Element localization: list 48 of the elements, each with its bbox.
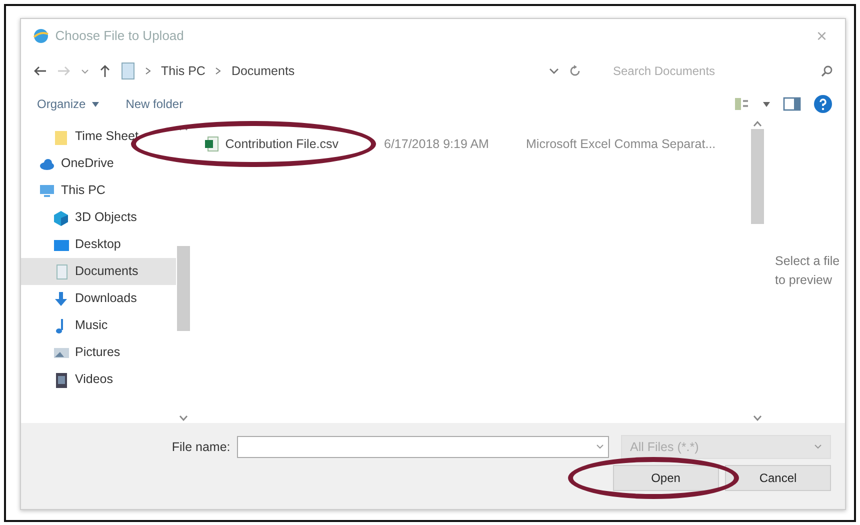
file-name-label: File name:	[172, 438, 230, 456]
scrollbar-thumb[interactable]	[177, 246, 190, 331]
document-icon	[121, 62, 135, 80]
organize-button[interactable]: Organize	[33, 93, 103, 115]
nav-item[interactable]: Downloads	[21, 285, 176, 312]
scroll-down-icon	[753, 415, 762, 421]
file-date: 6/17/2018 9:19 AM	[383, 136, 490, 153]
help-icon	[813, 94, 833, 114]
back-arrow-icon	[33, 65, 47, 77]
forward-arrow-icon	[57, 65, 71, 77]
new-folder-button[interactable]: New folder	[122, 93, 188, 115]
view-options-icon	[734, 97, 750, 111]
spreadsheet-file-icon	[205, 136, 219, 152]
preview-message: Select a file to preview	[775, 253, 841, 289]
caret-icon	[92, 102, 99, 106]
folder-icon	[53, 128, 69, 144]
up-arrow-icon	[99, 64, 111, 78]
nav-item[interactable]: Time Sheet	[21, 123, 176, 150]
nav-item[interactable]: Pictures	[21, 339, 176, 366]
download-icon	[53, 290, 69, 306]
nav-item[interactable]: Videos	[21, 366, 176, 393]
computer-icon	[39, 182, 55, 198]
window-title: Choose File to Upload	[55, 27, 185, 46]
nav-item[interactable]: This PC	[21, 177, 176, 204]
search-icon	[821, 65, 833, 77]
nav-item[interactable]: Documents	[21, 258, 176, 285]
nav-item[interactable]: 3D Objects	[21, 204, 176, 231]
file-type: Microsoft Excel Comma Separat...	[526, 136, 716, 153]
nav-item[interactable]: OneDrive	[21, 150, 176, 177]
dialog-button[interactable]: Cancel	[725, 465, 831, 492]
nav-item[interactable]: Music	[21, 312, 176, 339]
browser-icon	[33, 28, 49, 44]
breadcrumb-item[interactable]: This PC	[161, 62, 206, 80]
file-name[interactable]: Contribution File.csv	[191, 134, 376, 154]
nav-item[interactable]: Desktop	[21, 231, 176, 258]
film-icon	[53, 372, 69, 388]
breadcrumb-item[interactable]: Documents	[231, 62, 295, 80]
scroll-down-icon	[179, 415, 188, 421]
caret-icon	[763, 102, 770, 106]
scroll-up-icon	[753, 121, 762, 127]
file-name-field[interactable]	[236, 436, 608, 458]
chevron-icon	[215, 67, 222, 75]
chevron-icon	[145, 67, 151, 75]
dialog-button[interactable]: Open	[612, 465, 719, 492]
refresh-icon	[569, 65, 581, 77]
scrollbar-thumb[interactable]	[751, 129, 764, 224]
cube-icon	[53, 210, 69, 226]
preview-pane-icon	[782, 97, 800, 111]
